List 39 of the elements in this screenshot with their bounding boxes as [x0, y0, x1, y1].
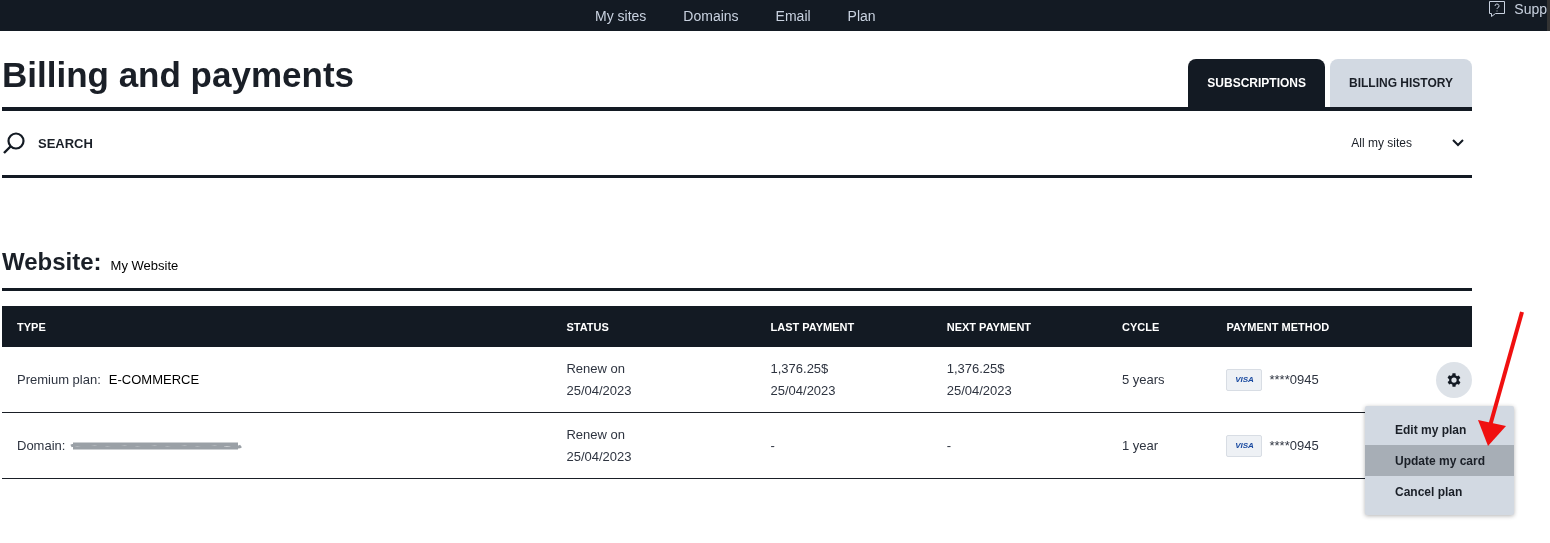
search-label[interactable]: SEARCH: [38, 135, 93, 151]
nav-link[interactable]: My sites: [595, 7, 647, 24]
column-header: CYCLE: [1121, 306, 1227, 347]
card-logo: VISA: [1226, 368, 1263, 391]
plan-name: E-COMMERCE: [108, 371, 200, 387]
table-cell: Renew on 25/04/2023: [566, 347, 771, 413]
settings-button[interactable]: [1436, 361, 1472, 398]
gear-icon: [1445, 370, 1463, 389]
type-label: Premium plan:: [17, 371, 101, 387]
column-header: PAYMENT METHOD: [1226, 306, 1396, 347]
column-header: NEXT PAYMENT: [946, 306, 1122, 347]
table-cell: -: [946, 412, 1122, 479]
type-label: Domain:: [17, 437, 66, 453]
menu-item[interactable]: Update my card: [1365, 445, 1514, 476]
site-dropdown[interactable]: All my sites: [1351, 128, 1472, 158]
menu-item[interactable]: Cancel plan: [1365, 476, 1514, 507]
nav-link[interactable]: Plan: [847, 7, 876, 24]
section-label: Website:: [2, 248, 102, 276]
menu-item[interactable]: Edit my plan: [1365, 414, 1514, 445]
table-cell: -: [770, 412, 947, 479]
nav-link[interactable]: Domains: [683, 7, 739, 24]
column-header: LAST PAYMENT: [770, 306, 947, 347]
card-number: ****0945: [1269, 370, 1319, 389]
tab[interactable]: BILLING HISTORY: [1330, 59, 1472, 107]
column-header: STATUS: [566, 306, 771, 347]
page-title: Billing and payments: [2, 55, 354, 95]
chevron-down-icon: [1452, 139, 1464, 147]
card-logo: VISA: [1226, 434, 1263, 457]
table-cell: Renew on 25/04/2023: [566, 412, 771, 479]
table-cell: 1,376.25$ 25/04/2023: [770, 347, 947, 413]
card-number: ****0945: [1269, 436, 1319, 455]
table-cell: 1,376.25$ 25/04/2023: [946, 347, 1122, 413]
nav-link[interactable]: Email: [775, 7, 811, 24]
website-name: My Website: [110, 258, 179, 273]
column-header: TYPE: [2, 306, 567, 347]
search-icon[interactable]: [2, 131, 26, 155]
tab[interactable]: SUBSCRIPTIONS: [1188, 59, 1325, 107]
help-icon[interactable]: [1488, 0, 1507, 18]
support-link[interactable]: Supp: [1514, 1, 1547, 17]
